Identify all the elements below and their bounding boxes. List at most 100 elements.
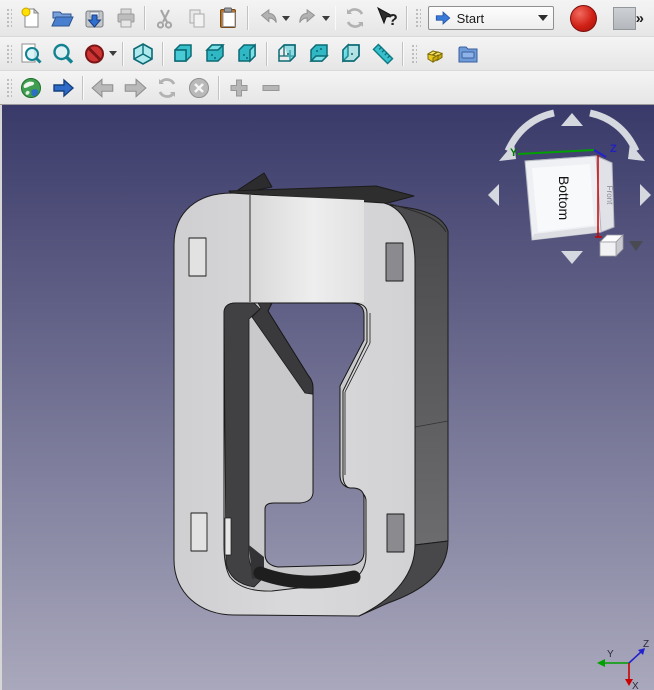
separator <box>144 6 146 30</box>
whats-this-button[interactable]: ? <box>372 4 402 32</box>
left-view-cube-icon <box>339 42 363 66</box>
3d-viewport[interactable]: Bottom Front Y Z <box>0 105 654 690</box>
save-button[interactable] <box>79 4 109 32</box>
isometric-cube-icon <box>131 42 155 66</box>
zoom-in-button[interactable] <box>224 74 254 102</box>
view-front-button[interactable] <box>168 40 198 68</box>
axis-x-label: X <box>632 681 639 690</box>
open-website-button[interactable] <box>16 74 46 102</box>
fit-all-button[interactable] <box>16 40 46 68</box>
new-button[interactable] <box>16 4 46 32</box>
model-hole-bottom-left <box>191 513 207 551</box>
fit-all-icon <box>19 42 43 66</box>
view-top-button[interactable] <box>200 40 230 68</box>
save-icon <box>82 6 106 30</box>
workbench-selector[interactable]: Start <box>428 6 555 30</box>
separator <box>402 42 404 66</box>
toolbar-file: ? Start » <box>0 0 654 37</box>
measure-distance-button[interactable] <box>368 40 398 68</box>
front-view-cube-icon <box>171 42 195 66</box>
cad-model[interactable] <box>174 173 448 616</box>
right-view-cube-icon <box>235 42 259 66</box>
separator <box>247 6 249 30</box>
ruler-icon <box>371 42 395 66</box>
view-left-button[interactable] <box>336 40 366 68</box>
zoom-button[interactable] <box>48 40 78 68</box>
stop-macro-button[interactable] <box>613 7 636 30</box>
refresh-icon <box>343 6 367 30</box>
blue-right-arrow-icon <box>51 76 75 100</box>
separator <box>266 42 268 66</box>
redo-button[interactable] <box>293 4 323 32</box>
model-slot <box>225 518 231 555</box>
draw-style-dropdown-caret[interactable] <box>109 51 117 56</box>
back-arrow-icon <box>90 75 116 101</box>
forward-button[interactable] <box>120 74 150 102</box>
toolbar-web <box>0 71 654 104</box>
redo-dropdown-caret[interactable] <box>322 16 330 21</box>
web-refresh-button[interactable] <box>152 74 182 102</box>
separator <box>335 6 337 30</box>
navcube-z-label: Z <box>610 143 617 155</box>
view-rear-button[interactable] <box>272 40 302 68</box>
toolbar-overflow-chevron[interactable]: » <box>636 10 644 27</box>
view-bottom-button[interactable] <box>304 40 334 68</box>
toolbar-area: ? Start » <box>0 0 654 105</box>
axis-y-label: Y <box>607 649 614 660</box>
draw-style-icon <box>83 42 107 66</box>
rear-view-cube-icon <box>275 42 299 66</box>
toolbar-drag-handle[interactable] <box>5 77 12 99</box>
record-macro-button[interactable] <box>570 5 597 32</box>
copy-button[interactable] <box>182 4 212 32</box>
web-stop-button[interactable] <box>184 74 214 102</box>
model-hole-top-right <box>386 243 403 281</box>
undo-button[interactable] <box>253 4 283 32</box>
paste-button[interactable] <box>214 4 244 32</box>
back-button[interactable] <box>88 74 118 102</box>
separator <box>406 6 408 30</box>
workbench-selector-value: Start <box>457 11 484 26</box>
model-hole-top-left <box>189 238 206 276</box>
magnifier-icon <box>51 42 75 66</box>
refresh-button[interactable] <box>340 4 370 32</box>
undo-dropdown-caret[interactable] <box>282 16 290 21</box>
freecad-window: ? Start » <box>0 0 654 690</box>
navcube-mini-cube[interactable] <box>600 235 623 256</box>
go-button[interactable] <box>48 74 78 102</box>
start-workbench-icon <box>434 9 452 27</box>
draw-style-button[interactable] <box>80 40 110 68</box>
print-button[interactable] <box>111 4 141 32</box>
print-icon <box>114 6 138 30</box>
separator <box>218 76 220 100</box>
forward-arrow-icon <box>122 75 148 101</box>
copy-icon <box>185 6 209 30</box>
group-folder-icon <box>456 42 480 66</box>
separator <box>162 42 164 66</box>
create-part-button[interactable] <box>421 40 451 68</box>
toolbar-drag-handle[interactable] <box>5 43 12 65</box>
axis-z-label: Z <box>643 639 649 650</box>
zoom-out-button[interactable] <box>256 74 286 102</box>
svg-text:?: ? <box>388 12 398 29</box>
navcube-side-label[interactable]: Front <box>605 186 614 205</box>
workbench-dropdown-caret[interactable] <box>538 15 548 21</box>
help-cursor-icon: ? <box>374 6 400 30</box>
open-folder-icon <box>50 6 74 30</box>
3d-scene[interactable]: Bottom Front Y Z <box>2 105 654 690</box>
bottom-view-cube-icon <box>307 42 331 66</box>
toolbar-drag-handle[interactable] <box>414 7 421 29</box>
navcube-y-label: Y <box>510 147 518 159</box>
view-isometric-button[interactable] <box>128 40 158 68</box>
separator <box>122 42 124 66</box>
cut-button[interactable] <box>150 4 180 32</box>
scissors-icon <box>153 6 177 30</box>
new-document-icon <box>19 6 43 30</box>
toolbar-view <box>0 37 654 71</box>
toolbar-drag-handle[interactable] <box>410 43 417 65</box>
navcube-face-label[interactable]: Bottom <box>556 176 572 220</box>
create-group-button[interactable] <box>453 40 483 68</box>
view-right-button[interactable] <box>232 40 262 68</box>
model-hole-bottom-right <box>387 514 404 552</box>
toolbar-drag-handle[interactable] <box>5 7 12 29</box>
open-button[interactable] <box>48 4 78 32</box>
